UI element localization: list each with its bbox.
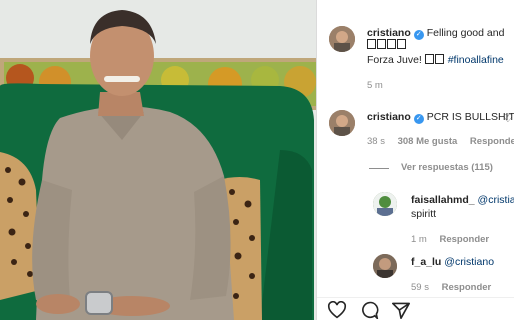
like-comment-heart-icon[interactable]: ♡ [503,112,513,125]
verified-badge-icon: ✓ [413,30,424,40]
replies-line [369,168,389,169]
comment-bubble-icon[interactable] [359,301,379,320]
caption-line2: Forza Juve! #finoallafine [367,53,504,68]
reply-button[interactable]: Responder [439,234,489,245]
post-photo [0,0,316,320]
caption-hashtag[interactable]: #finoallafine [448,54,504,66]
emoji-placeholder-icon [367,39,376,49]
reply-meta: 59 s Responder [411,282,501,293]
emoji-placeholder-icon [377,39,386,49]
reply-button[interactable]: Responder [470,136,514,147]
emoji-placeholder-icon [387,39,396,49]
comment-likes[interactable]: 308 Me gusta [398,136,458,147]
reply-text: spiritt [411,208,437,220]
reply-time[interactable]: 1 m [411,234,427,245]
author-avatar[interactable] [329,26,355,52]
reply-username[interactable]: faisallahmd_ [411,194,475,206]
reply-comment: f_a_lu @cristiano [411,255,494,270]
comment: cristiano ✓ PCR IS BULLSHIT [367,110,514,125]
reply-mention[interactable]: @cristia [478,194,514,206]
caption-text: Forza Juve! [367,54,422,66]
caption-line1: Felling good and [426,27,505,39]
comment-meta: 38 s 308 Me gusta Responder [367,136,514,147]
comment-avatar[interactable] [329,110,355,136]
emoji-placeholder-icon [434,54,444,64]
reply-meta: 1 m Responder [411,234,499,245]
comment-username[interactable]: cristiano [367,111,411,123]
reply-avatar[interactable] [373,254,397,278]
caption-timestamp[interactable]: 5 m [367,80,383,91]
comment-text: PCR IS BULLSHIT [426,111,514,123]
comment-time[interactable]: 38 s [367,136,385,147]
caption-emoji-row [367,38,407,53]
caption-time: 5 m [367,80,393,91]
reply-time[interactable]: 59 s [411,282,429,293]
paper-plane-icon[interactable] [391,301,411,320]
emoji-placeholder-icon [424,54,434,64]
heart-outline-icon[interactable] [327,300,347,320]
reply-button[interactable]: Responder [442,282,492,293]
emoji-placeholder-icon [397,39,406,49]
comments-panel: cristiano ✓ Felling good and Forza Juve! #… [317,0,514,320]
view-replies-button[interactable]: Ver respuestas (115) [401,162,493,173]
reply-avatar[interactable] [373,192,397,216]
reply-username[interactable]: f_a_lu [411,256,441,268]
verified-badge-icon: ✓ [413,114,424,124]
reply-comment: faisallahmd_ @cristia [411,193,514,208]
reply-mention[interactable]: @cristiano [444,256,494,268]
action-divider [317,297,514,298]
